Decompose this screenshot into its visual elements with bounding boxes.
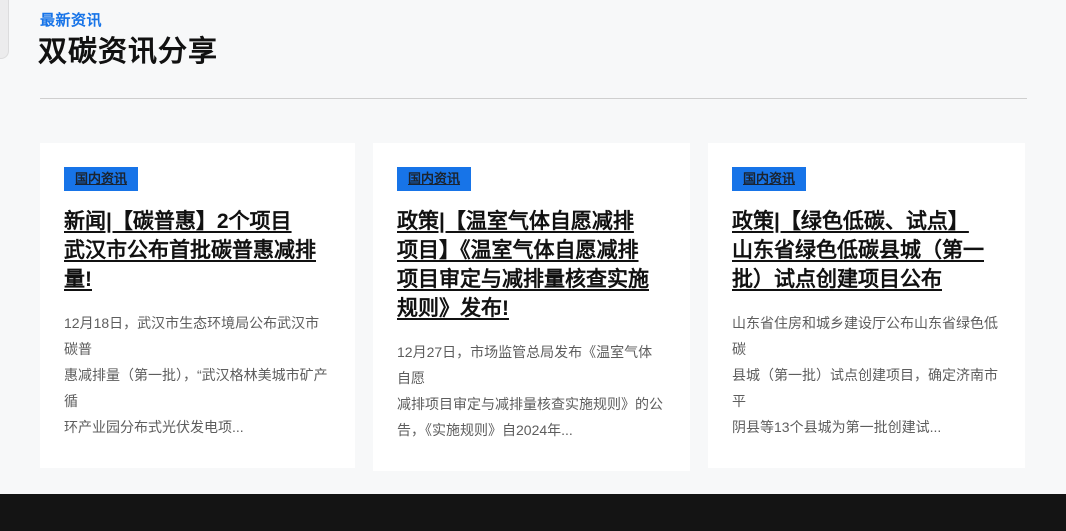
category-badge[interactable]: 国内资讯 (397, 167, 471, 191)
news-title-link[interactable]: 政策|【绿色低碳、试点】 山东省绿色低碳县城（第一 批）试点创建项目公布 (732, 207, 1001, 294)
footer-bar (0, 494, 1066, 531)
news-card-grid: 国内资讯 新闻|【碳普惠】2个项目 武汉市公布首批碳普惠减排 量! 12月18日… (40, 143, 1027, 471)
news-excerpt: 山东省住房和城乡建设厅公布山东省绿色低碳 县城（第一批）试点创建项目，确定济南市… (732, 310, 1001, 440)
divider (40, 98, 1027, 99)
news-section: 最新资讯 双碳资讯分享 国内资讯 新闻|【碳普惠】2个项目 武汉市公布首批碳普惠… (40, 0, 1027, 471)
corner-decoration (0, 0, 9, 59)
category-badge[interactable]: 国内资讯 (64, 167, 138, 191)
section-label: 最新资讯 (40, 9, 1027, 30)
news-card: 国内资讯 新闻|【碳普惠】2个项目 武汉市公布首批碳普惠减排 量! 12月18日… (40, 143, 355, 468)
news-excerpt: 12月18日，武汉市生态环境局公布武汉市碳普 惠减排量（第一批），“武汉格林美城… (64, 310, 331, 440)
page-title: 双碳资讯分享 (38, 35, 1027, 69)
news-card: 国内资讯 政策|【温室气体自愿减排 项目】《温室气体自愿减排 项目审定与减排量核… (373, 143, 690, 471)
category-badge[interactable]: 国内资讯 (732, 167, 806, 191)
news-card: 国内资讯 政策|【绿色低碳、试点】 山东省绿色低碳县城（第一 批）试点创建项目公… (708, 143, 1025, 468)
news-excerpt: 12月27日，市场监管总局发布《温室气体自愿 减排项目审定与减排量核查实施规则》… (397, 339, 666, 443)
news-title-link[interactable]: 新闻|【碳普惠】2个项目 武汉市公布首批碳普惠减排 量! (64, 207, 331, 294)
news-title-link[interactable]: 政策|【温室气体自愿减排 项目】《温室气体自愿减排 项目审定与减排量核查实施 规… (397, 207, 666, 323)
